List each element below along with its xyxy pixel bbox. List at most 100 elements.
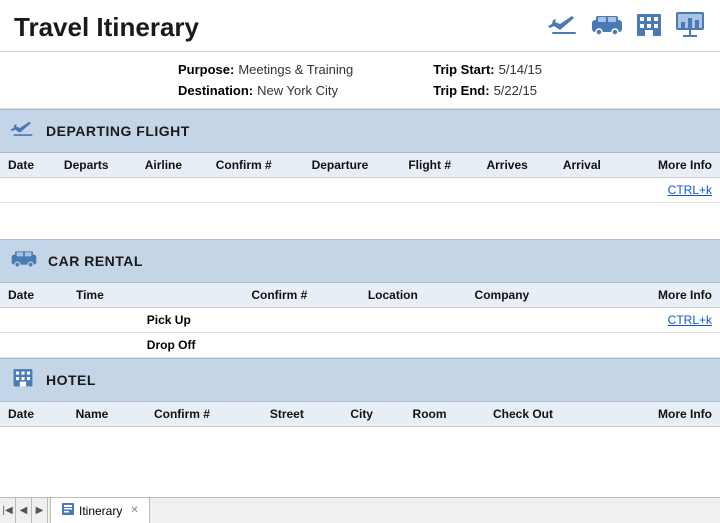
car-dropoff-location bbox=[360, 332, 467, 357]
flight-departs bbox=[56, 178, 137, 203]
hotel-header-row: Date Name Confirm # Street City Room Che… bbox=[0, 402, 720, 427]
car-icon bbox=[590, 10, 624, 45]
car-pickup-empty bbox=[581, 307, 607, 332]
itinerary-tab[interactable]: Itinerary ✕ bbox=[50, 498, 150, 523]
hotel-table: Date Name Confirm # Street City Room Che… bbox=[0, 402, 720, 445]
car-pickup-company bbox=[467, 307, 581, 332]
flight-confirm bbox=[208, 178, 304, 203]
flight-ctrl-link[interactable]: CTRL+k bbox=[668, 183, 712, 197]
car-dropoff-time bbox=[68, 332, 139, 357]
hotel-section: HOTEL Date Name Confirm # Street City Ro… bbox=[0, 358, 720, 445]
car-pickup-more-info: CTRL+k bbox=[607, 307, 720, 332]
hotel-col-name: Name bbox=[68, 402, 146, 427]
hotel-col-more-info: More Info bbox=[607, 402, 720, 427]
car-pickup-row: Pick Up CTRL+k bbox=[0, 307, 720, 332]
car-col-company: Company bbox=[467, 283, 581, 308]
hotel-empty-row bbox=[0, 426, 720, 444]
flight-airline bbox=[137, 178, 208, 203]
departing-flight-title: DEPARTING FLIGHT bbox=[46, 123, 190, 139]
car-col-confirm: Confirm # bbox=[243, 283, 359, 308]
car-col-empty1 bbox=[139, 283, 244, 308]
tab-nav-next[interactable]: ▶ bbox=[32, 498, 48, 523]
car-dropoff-date bbox=[0, 332, 68, 357]
info-col-left: Purpose: Meetings & Training Destination… bbox=[178, 62, 353, 98]
tab-nav-prev[interactable]: ◀ bbox=[16, 498, 32, 523]
car-rental-title: CAR RENTAL bbox=[48, 253, 143, 269]
hotel-col-confirm: Confirm # bbox=[146, 402, 262, 427]
col-departs: Departs bbox=[56, 153, 137, 178]
trip-start-row: Trip Start: 5/14/15 bbox=[433, 62, 542, 77]
departing-flight-table: Date Departs Airline Confirm # Departure… bbox=[0, 153, 720, 239]
departing-flight-header: DEPARTING FLIGHT bbox=[0, 109, 720, 153]
tab-close-icon[interactable]: ✕ bbox=[130, 505, 138, 516]
hotel-col-checkout: Check Out bbox=[485, 402, 607, 427]
flight-arrival bbox=[555, 178, 627, 203]
destination-row: Destination: New York City bbox=[178, 83, 353, 98]
tab-sheet-icon bbox=[61, 502, 75, 519]
flight-departure bbox=[304, 178, 401, 203]
purpose-value: Meetings & Training bbox=[238, 62, 353, 77]
departing-flight-data-row: CTRL+k bbox=[0, 178, 720, 203]
itinerary-tab-label: Itinerary bbox=[79, 504, 122, 518]
car-dropoff-more-info bbox=[607, 332, 720, 357]
tab-nav-first[interactable]: |◀ bbox=[0, 498, 16, 523]
info-col-right: Trip Start: 5/14/15 Trip End: 5/22/15 bbox=[433, 62, 542, 98]
flight-arrives bbox=[478, 178, 554, 203]
car-ctrl-link[interactable]: CTRL+k bbox=[668, 313, 712, 327]
header-icons bbox=[548, 10, 706, 45]
hotel-col-city: City bbox=[342, 402, 404, 427]
col-departure: Departure bbox=[304, 153, 401, 178]
hotel-section-header: HOTEL bbox=[0, 358, 720, 402]
flight-date bbox=[0, 178, 56, 203]
page-title: Travel Itinerary bbox=[14, 12, 199, 43]
trip-end-row: Trip End: 5/22/15 bbox=[433, 83, 542, 98]
car-pickup-date bbox=[0, 307, 68, 332]
flight-number bbox=[400, 178, 478, 203]
hotel-col-room: Room bbox=[405, 402, 485, 427]
col-more-info: More Info bbox=[627, 153, 720, 178]
hotel-section-icon bbox=[10, 366, 36, 394]
car-rental-table: Date Time Confirm # Location Company Mor… bbox=[0, 283, 720, 358]
destination-label: Destination: bbox=[178, 83, 253, 98]
chart-icon bbox=[674, 10, 706, 45]
purpose-label: Purpose: bbox=[178, 62, 234, 77]
trip-start-label: Trip Start: bbox=[433, 62, 494, 77]
departing-flight-section: DEPARTING FLIGHT Date Departs Airline Co… bbox=[0, 109, 720, 239]
car-col-more-info: More Info bbox=[607, 283, 720, 308]
hotel-col-street: Street bbox=[262, 402, 342, 427]
car-rental-header-row: Date Time Confirm # Location Company Mor… bbox=[0, 283, 720, 308]
col-date: Date bbox=[0, 153, 56, 178]
car-section-icon bbox=[10, 247, 38, 275]
car-dropoff-company bbox=[467, 332, 581, 357]
car-pickup-time bbox=[68, 307, 139, 332]
car-dropoff-row: Drop Off bbox=[0, 332, 720, 357]
col-arrives: Arrives bbox=[478, 153, 554, 178]
car-dropoff-confirm bbox=[243, 332, 359, 357]
car-rental-header: CAR RENTAL bbox=[0, 239, 720, 283]
car-col-empty2 bbox=[581, 283, 607, 308]
car-rental-section: CAR RENTAL Date Time Confirm # Location … bbox=[0, 239, 720, 358]
trip-start-value: 5/14/15 bbox=[499, 62, 542, 77]
hotel-col-date: Date bbox=[0, 402, 68, 427]
flight-more-info: CTRL+k bbox=[627, 178, 720, 203]
trip-end-label: Trip End: bbox=[433, 83, 489, 98]
car-col-location: Location bbox=[360, 283, 467, 308]
page-header: Travel Itinerary bbox=[0, 0, 720, 52]
car-pickup-label: Pick Up bbox=[139, 307, 244, 332]
flight-empty-row-2 bbox=[0, 221, 720, 239]
col-flight: Flight # bbox=[400, 153, 478, 178]
flight-section-icon bbox=[10, 117, 36, 145]
col-arrival: Arrival bbox=[555, 153, 627, 178]
flight-empty-row-1 bbox=[0, 203, 720, 221]
col-confirm: Confirm # bbox=[208, 153, 304, 178]
hotel-title: HOTEL bbox=[46, 372, 96, 388]
car-pickup-confirm bbox=[243, 307, 359, 332]
car-dropoff-empty bbox=[581, 332, 607, 357]
destination-value: New York City bbox=[257, 83, 338, 98]
hotel-icon bbox=[634, 10, 664, 45]
car-col-time: Time bbox=[68, 283, 139, 308]
info-section: Purpose: Meetings & Training Destination… bbox=[0, 52, 720, 109]
car-col-date: Date bbox=[0, 283, 68, 308]
plane-icon bbox=[548, 10, 580, 45]
purpose-row: Purpose: Meetings & Training bbox=[178, 62, 353, 77]
